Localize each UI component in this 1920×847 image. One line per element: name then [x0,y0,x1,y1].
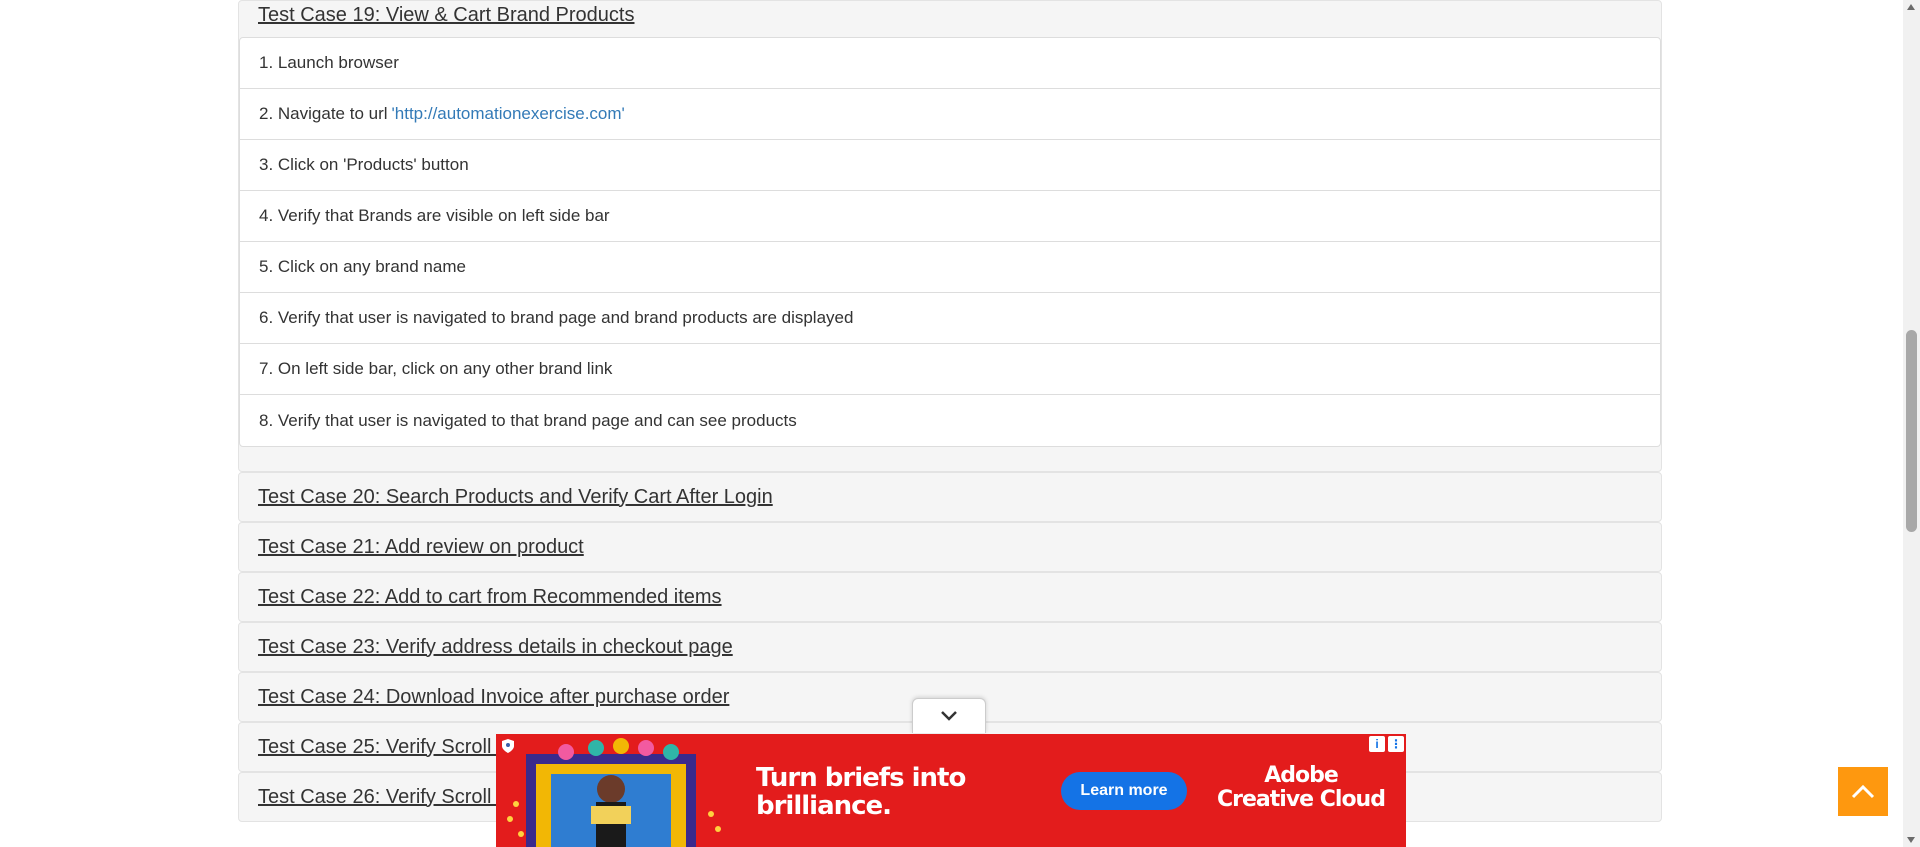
adobe-ad-banner[interactable]: Turn briefs into brilliance. Learn more … [496,734,1406,847]
ad-collapse-button[interactable] [912,698,986,733]
test-case-19-heading[interactable]: Test Case 19: View & Cart Brand Products [239,1,1661,37]
test-case-20-heading[interactable]: Test Case 20: Search Products and Verify… [239,473,1661,521]
ad-illustration [507,738,721,847]
test-case-21-heading[interactable]: Test Case 21: Add review on product [239,523,1661,571]
test-case-22-link[interactable]: Test Case 22: Add to cart from Recommend… [258,586,722,609]
step-5: 5. Click on any brand name [240,242,1660,293]
test-case-20-link[interactable]: Test Case 20: Search Products and Verify… [258,486,773,509]
test-case-19-link[interactable]: Test Case 19: View & Cart Brand Products [258,4,634,27]
info-icon[interactable]: i [1369,736,1385,752]
test-case-24-link[interactable]: Test Case 24: Download Invoice after pur… [258,686,729,709]
adobe-creative-cloud-logo: Adobe Creative Cloud [1217,763,1386,812]
step-3: 3. Click on 'Products' button [240,140,1660,191]
test-case-23-link[interactable]: Test Case 23: Verify address details in … [258,636,733,659]
chevron-down-icon [941,711,957,721]
step-1: 1. Launch browser [240,38,1660,89]
ad-headline: Turn briefs into brilliance. [756,763,966,821]
step-7-text: 7. On left side bar, click on any other … [259,359,613,378]
scrollbar-up-arrow-icon[interactable] [1907,4,1915,10]
scrollbar-down-arrow-icon[interactable] [1907,837,1915,843]
step-6-text: 6. Verify that user is navigated to bran… [259,308,854,327]
step-2-text: 2. Navigate to url [259,104,388,123]
step-3-text: 3. Click on 'Products' button [259,155,469,174]
step-4: 4. Verify that Brands are visible on lef… [240,191,1660,242]
test-case-22-panel[interactable]: Test Case 22: Add to cart from Recommend… [238,572,1662,622]
scroll-up-button[interactable] [1838,767,1888,816]
test-case-21-panel[interactable]: Test Case 21: Add review on product [238,522,1662,572]
more-options-icon[interactable]: ⋮ [1388,736,1404,752]
test-case-19-steps: 1. Launch browser 2. Navigate to url'htt… [239,37,1661,447]
step-8: 8. Verify that user is navigated to that… [240,395,1660,446]
step-6: 6. Verify that user is navigated to bran… [240,293,1660,344]
test-case-23-heading[interactable]: Test Case 23: Verify address details in … [239,623,1661,671]
automationexercise-url-link[interactable]: 'http://automationexercise.com' [392,104,625,124]
chevron-up-icon [1851,784,1875,798]
test-case-20-panel[interactable]: Test Case 20: Search Products and Verify… [238,472,1662,522]
page-scrollbar[interactable] [1903,0,1920,847]
test-case-23-panel[interactable]: Test Case 23: Verify address details in … [238,622,1662,672]
test-case-19-panel: Test Case 19: View & Cart Brand Products… [238,0,1662,472]
step-5-text: 5. Click on any brand name [259,257,466,276]
step-8-text: 8. Verify that user is navigated to that… [259,410,797,430]
ad-choices: i ⋮ [1369,736,1404,752]
step-2: 2. Navigate to url'http://automationexer… [240,89,1660,140]
ad-privacy-icon[interactable] [500,738,516,754]
panel-footer [239,447,1661,471]
learn-more-button[interactable]: Learn more [1061,772,1187,810]
scrollbar-thumb[interactable] [1906,330,1917,532]
test-case-21-link[interactable]: Test Case 21: Add review on product [258,536,584,559]
step-7: 7. On left side bar, click on any other … [240,344,1660,395]
test-case-22-heading[interactable]: Test Case 22: Add to cart from Recommend… [239,573,1661,621]
step-1-text: 1. Launch browser [259,53,399,72]
step-4-text: 4. Verify that Brands are visible on lef… [259,206,610,225]
